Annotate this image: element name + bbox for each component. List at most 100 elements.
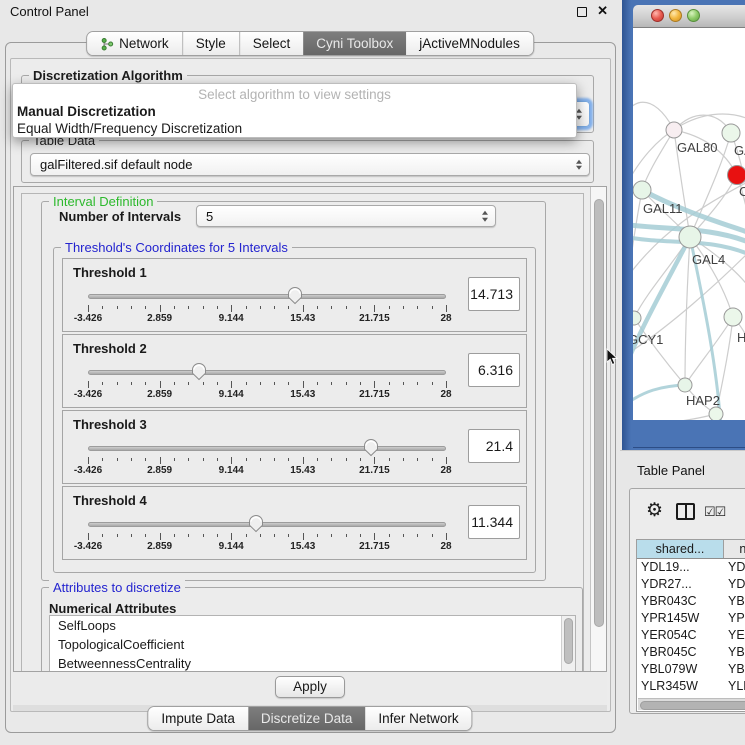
select-columns-icon[interactable]: ☑☑ xyxy=(704,504,725,520)
tab-style[interactable]: Style xyxy=(182,32,239,55)
network-node-label: C xyxy=(739,184,745,199)
table-cell[interactable]: YPR1 xyxy=(724,610,745,627)
settings-scrollbar-thumb[interactable] xyxy=(594,199,604,627)
table-cell[interactable]: YPR145W xyxy=(637,610,724,627)
table-cell[interactable]: YBR045C xyxy=(637,644,724,661)
table-cell[interactable]: YDL19... xyxy=(637,559,724,576)
table-panel-region: Table Panel ⚙ ☑☑ shared... name YDL19...… xyxy=(620,450,745,745)
attribute-item-topologicalcoefficient[interactable]: TopologicalCoefficient xyxy=(50,635,575,654)
table-row[interactable]: YDR27...YDR2 xyxy=(637,576,745,593)
table-cell[interactable]: YER054C xyxy=(637,627,724,644)
attributes-scrollbar-thumb[interactable] xyxy=(564,618,573,664)
network-node[interactable] xyxy=(678,378,692,392)
table-row[interactable]: YPR145WYPR1 xyxy=(637,610,745,627)
network-window-titlebar[interactable] xyxy=(633,5,745,28)
tick-mark xyxy=(203,382,204,385)
threshold-value-field[interactable]: 14.713 xyxy=(468,277,520,311)
slider-thumb[interactable] xyxy=(363,438,379,457)
node-table[interactable]: shared... name YDL19...YDL1YDR27...YDR2Y… xyxy=(636,539,745,712)
apply-button[interactable]: Apply xyxy=(275,676,345,698)
column-header-name[interactable]: name xyxy=(724,540,745,558)
slider-track[interactable] xyxy=(88,446,446,451)
network-edge xyxy=(633,190,642,308)
tick-mark xyxy=(260,458,261,461)
numerical-attributes-list[interactable]: SelfLoopsTopologicalCoefficientBetweenne… xyxy=(49,615,576,672)
table-cell[interactable]: YBR0 xyxy=(724,644,745,661)
float-window-icon[interactable] xyxy=(577,7,587,17)
table-cell[interactable]: YDR2 xyxy=(724,576,745,593)
threshold-value-field[interactable]: 21.4 xyxy=(468,429,520,463)
minimize-traffic-light[interactable] xyxy=(669,9,682,22)
slider-track[interactable] xyxy=(88,370,446,375)
table-row[interactable]: YLR345WYLR3 xyxy=(637,678,745,695)
attribute-item-selfloops[interactable]: SelfLoops xyxy=(50,616,575,635)
threshold-slider[interactable]: -3.4262.8599.14415.4321.71528 xyxy=(88,367,446,403)
gear-icon[interactable]: ⚙ xyxy=(646,500,663,522)
network-node[interactable] xyxy=(709,407,723,420)
column-header-shared-name[interactable]: shared... xyxy=(637,540,724,558)
tick-mark xyxy=(174,306,175,309)
column-layout-icon[interactable] xyxy=(676,503,695,520)
table-row[interactable]: YBL079WYBL0 xyxy=(637,661,745,678)
network-node[interactable] xyxy=(722,124,740,142)
settings-scrollbar[interactable] xyxy=(590,187,606,671)
network-node[interactable] xyxy=(679,226,701,248)
group-title-discretization-algorithm: Discretization Algorithm xyxy=(29,68,187,83)
table-cell[interactable]: YBL079W xyxy=(637,661,724,678)
close-icon[interactable]: ✕ xyxy=(597,3,608,19)
table-cell[interactable]: YDL1 xyxy=(724,559,745,576)
tick-mark xyxy=(346,382,347,385)
network-node[interactable] xyxy=(633,311,641,325)
tab-jactivemnodules[interactable]: jActiveMNodules xyxy=(406,32,533,55)
network-node[interactable] xyxy=(633,181,651,199)
tab-discretize-data[interactable]: Discretize Data xyxy=(248,707,366,730)
slider-thumb[interactable] xyxy=(191,362,207,381)
network-node[interactable] xyxy=(666,122,682,138)
table-cell[interactable]: YLR345W xyxy=(637,678,724,695)
tick-label: 21.715 xyxy=(359,465,390,476)
threshold-slider[interactable]: -3.4262.8599.14415.4321.71528 xyxy=(88,443,446,479)
popup-item-manual-discretization[interactable]: Manual Discretization xyxy=(13,103,576,120)
table-data-combo[interactable]: galFiltered.sif default node xyxy=(30,153,590,176)
network-canvas[interactable]: GAL80GAGAL11CGAL4GCY1HHAP2 xyxy=(633,28,745,420)
table-row[interactable]: YER054CYER0 xyxy=(637,627,745,644)
threshold-value-field[interactable]: 11.344 xyxy=(468,505,520,539)
attributes-scrollbar[interactable] xyxy=(561,616,575,672)
slider-thumb[interactable] xyxy=(287,286,303,305)
tick-mark xyxy=(446,381,447,388)
table-cell[interactable]: YER0 xyxy=(724,627,745,644)
tab-infer-network[interactable]: Infer Network xyxy=(365,707,471,730)
tab-cyni-toolbox[interactable]: Cyni Toolbox xyxy=(303,32,406,55)
table-cell[interactable]: YLR3 xyxy=(724,678,745,695)
table-row[interactable]: YBR045CYBR0 xyxy=(637,644,745,661)
table-cell[interactable]: YBR043C xyxy=(637,593,724,610)
network-node[interactable] xyxy=(724,308,742,326)
slider-thumb[interactable] xyxy=(248,514,264,533)
slider-track[interactable] xyxy=(88,522,446,527)
threshold-value-field[interactable]: 6.316 xyxy=(468,353,520,387)
tick-mark xyxy=(303,305,304,312)
tab-impute-data[interactable]: Impute Data xyxy=(148,707,248,730)
table-row[interactable]: YBR043CYBR0 xyxy=(637,593,745,610)
table-cell[interactable]: YBR0 xyxy=(724,593,745,610)
threshold-label: Threshold 3 xyxy=(73,417,147,432)
table-hscrollbar-thumb[interactable] xyxy=(640,701,745,710)
close-traffic-light[interactable] xyxy=(651,9,664,22)
network-node[interactable] xyxy=(728,166,745,185)
popup-item-equal-width-frequency-discretization[interactable]: Equal Width/Frequency Discretization xyxy=(13,120,576,137)
threshold-slider[interactable]: -3.4262.8599.14415.4321.71528 xyxy=(88,519,446,555)
popup-prompt: Select algorithm to view settings xyxy=(13,86,576,103)
slider-track[interactable] xyxy=(88,294,446,299)
tick-mark xyxy=(246,458,247,461)
table-row[interactable]: YDL19...YDL1 xyxy=(637,559,745,576)
zoom-traffic-light[interactable] xyxy=(687,9,700,22)
attribute-item-betweennesscentrality[interactable]: BetweennessCentrality xyxy=(50,654,575,672)
threshold-slider[interactable]: -3.4262.8599.14415.4321.71528 xyxy=(88,291,446,327)
table-hscrollbar[interactable] xyxy=(638,698,745,710)
threshold-label: Threshold 2 xyxy=(73,341,147,356)
tab-network[interactable]: Network xyxy=(87,32,182,55)
table-cell[interactable]: YDR27... xyxy=(637,576,724,593)
tab-select[interactable]: Select xyxy=(239,32,304,55)
table-cell[interactable]: YBL0 xyxy=(724,661,745,678)
tick-mark xyxy=(274,534,275,537)
